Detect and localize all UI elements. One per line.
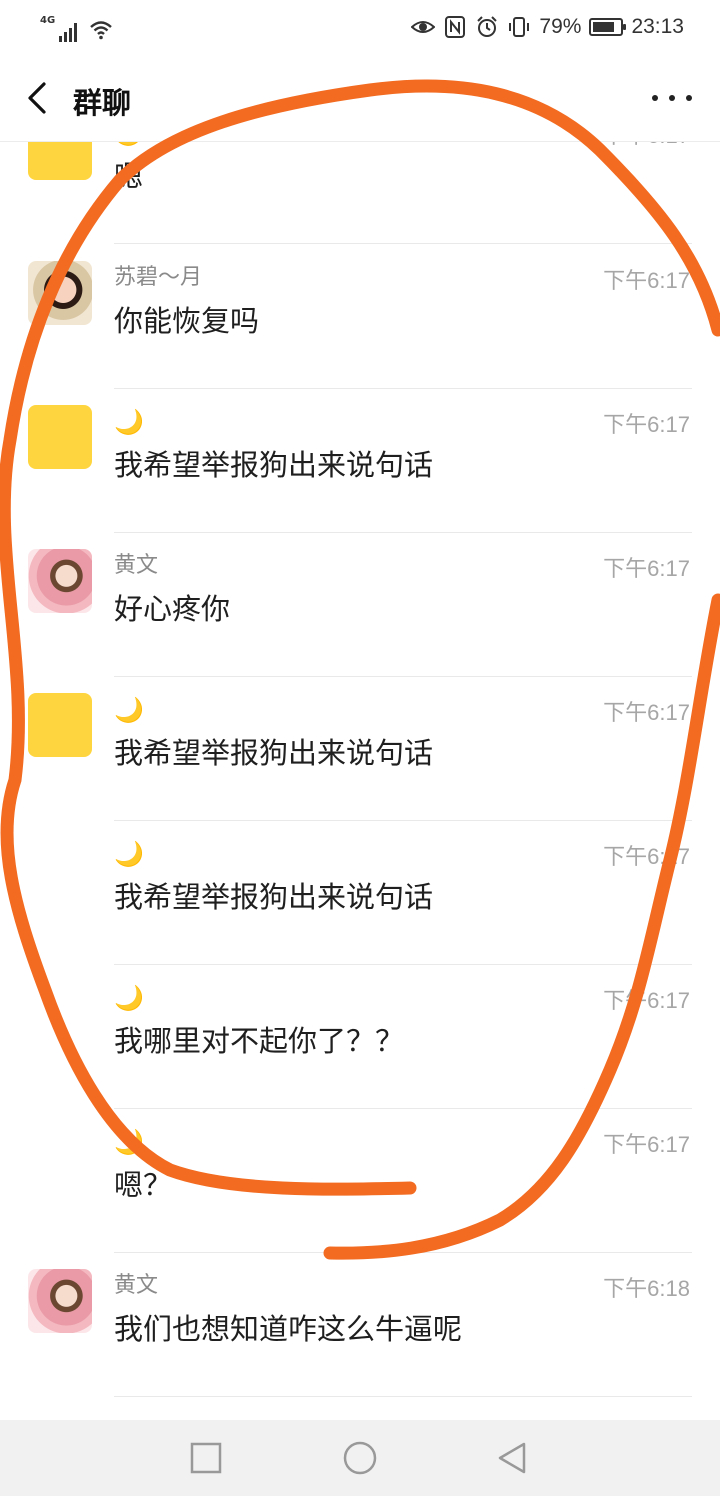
sender-name: 🌙 (114, 407, 144, 437)
message-text[interactable]: 你能恢复吗 (114, 301, 259, 341)
home-button[interactable] (342, 1440, 378, 1476)
avatar[interactable] (28, 405, 92, 469)
page-title: 群聊 (73, 86, 132, 120)
message-time: 下午6:17 (603, 412, 690, 437)
battery-percent: 79% (539, 15, 582, 38)
status-left: 4G (38, 12, 113, 42)
message-item[interactable]: 🌙 下午6:17 我哪里对不起你了？？ (0, 965, 720, 1109)
message-item[interactable]: 🌙 下午6:17 我希望举报狗出来说句话 (0, 821, 720, 965)
message-item[interactable]: 苏碧～月 下午6:17 你能恢复吗 (0, 245, 720, 389)
back-button[interactable] (20, 78, 60, 118)
message-time: 下午6:17 (603, 556, 690, 581)
moon-icon: 🌙 (114, 696, 144, 724)
chat-header: 群聊 (0, 54, 720, 142)
message-item[interactable]: 🌙 下午6:17 我希望举报狗出来说句话 (0, 389, 720, 533)
wifi-icon (90, 21, 112, 40)
moon-icon: 🌙 (114, 840, 144, 868)
eye-icon (411, 21, 436, 33)
triangle-back-icon (498, 1442, 526, 1474)
back-nav-button[interactable] (494, 1440, 530, 1476)
message-time: 下午6:18 (603, 1276, 690, 1301)
message-text[interactable]: 我希望举报狗出来说句话 (114, 445, 433, 485)
sender-name: 🌙 (114, 983, 144, 1013)
message-item[interactable]: 🌙 下午6:17 嗯？ (0, 1109, 720, 1253)
circle-home-icon (343, 1441, 377, 1475)
moon-icon: 🌙 (114, 984, 144, 1012)
message-time: 下午6:17 (603, 268, 690, 293)
chevron-left-icon (28, 82, 46, 114)
divider (114, 243, 692, 244)
vibrate-icon (509, 17, 530, 37)
message-text[interactable]: 嗯？ (114, 1165, 172, 1205)
more-options-button[interactable] (652, 80, 692, 116)
avatar[interactable] (28, 693, 92, 757)
system-nav-bar (0, 1420, 720, 1496)
clock: 23:13 (631, 15, 684, 38)
message-text[interactable]: 我哪里对不起你了？？ (114, 1021, 404, 1061)
message-item[interactable]: 🌙 下午6:17 我希望举报狗出来说句话 (0, 677, 720, 821)
sender-name: 🌙 (114, 1127, 144, 1157)
message-item[interactable]: 黄文 下午6:17 好心疼你 (0, 533, 720, 677)
moon-icon: 🌙 (114, 1128, 144, 1156)
status-bar: 4G 79% 23:13 (0, 0, 720, 54)
battery-icon (589, 18, 627, 36)
message-time: 下午6:17 (603, 988, 690, 1013)
network-type: 4G (40, 15, 56, 26)
nfc-icon (445, 16, 466, 38)
message-text[interactable]: 我希望举报狗出来说句话 (114, 733, 433, 773)
message-text[interactable]: 我们也想知道咋这么牛逼呢 (114, 1309, 462, 1349)
sender-name: 🌙 (114, 695, 144, 725)
message-text[interactable]: 我希望举报狗出来说句话 (114, 877, 433, 917)
alarm-icon (477, 16, 498, 37)
recent-apps-button[interactable] (188, 1440, 224, 1476)
message-item[interactable]: 黄文 下午6:18 我们也想知道咋这么牛逼呢 (0, 1253, 720, 1397)
message-text[interactable]: 嗯 (114, 156, 143, 196)
signal-icon (59, 22, 78, 42)
message-list[interactable]: 🌙 下午6:17 嗯 苏碧～月 下午6:17 你能恢复吗 🌙 下午6:17 我希… (0, 0, 720, 1420)
divider (114, 1396, 692, 1397)
message-text[interactable]: 好心疼你 (114, 589, 230, 629)
more-dots-icon (652, 95, 658, 101)
avatar[interactable] (28, 261, 92, 325)
moon-icon: 🌙 (114, 408, 144, 436)
message-time: 下午6:17 (603, 1132, 690, 1157)
sender-name: 黄文 (114, 1273, 159, 1298)
avatar[interactable] (28, 1269, 92, 1333)
square-icon (190, 1442, 222, 1474)
sender-name: 🌙 (114, 839, 144, 869)
message-time: 下午6:17 (603, 844, 690, 869)
sender-name: 黄文 (114, 553, 159, 578)
avatar[interactable] (28, 549, 92, 613)
status-right: 79% 23:13 (411, 12, 684, 42)
sender-name: 苏碧～月 (114, 265, 203, 290)
message-time: 下午6:17 (603, 700, 690, 725)
